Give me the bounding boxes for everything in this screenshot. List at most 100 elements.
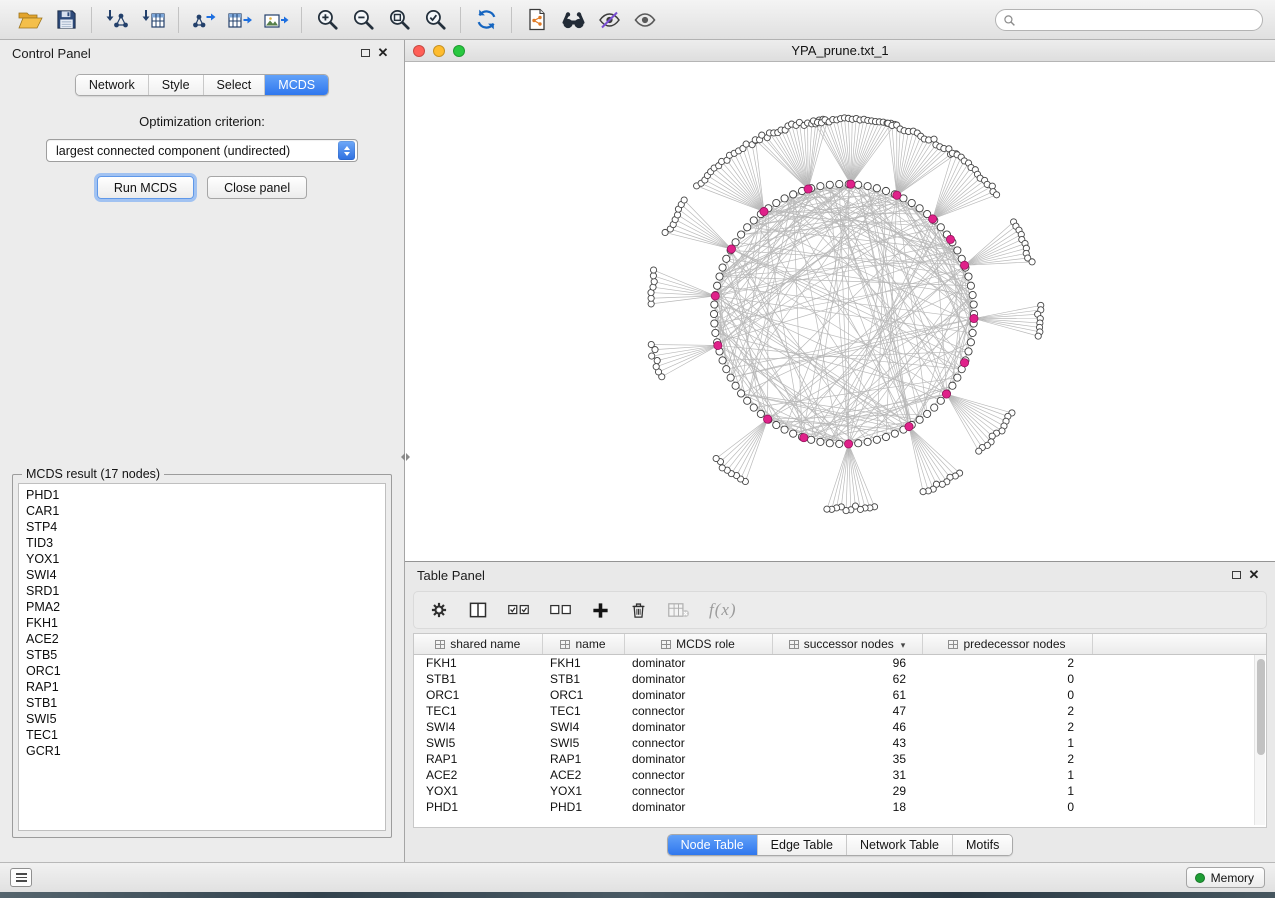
table-scrollbar[interactable]: [1254, 655, 1265, 825]
mcds-dominator-node[interactable]: [760, 207, 768, 215]
mcds-result-item[interactable]: PMA2: [26, 599, 378, 615]
zoom-out-button[interactable]: [345, 4, 381, 36]
mcds-dominator-node[interactable]: [804, 185, 812, 193]
network-node[interactable]: [920, 489, 926, 495]
network-node[interactable]: [954, 374, 961, 381]
network-node[interactable]: [790, 191, 797, 198]
tab-node-table[interactable]: Node Table: [668, 835, 757, 855]
network-node[interactable]: [817, 183, 824, 190]
network-node[interactable]: [882, 187, 889, 194]
mcds-result-item[interactable]: TEC1: [26, 727, 378, 743]
zoom-selected-button[interactable]: [417, 4, 453, 36]
mcds-dominator-node[interactable]: [847, 180, 855, 188]
network-node[interactable]: [732, 239, 739, 246]
network-canvas[interactable]: [405, 62, 1274, 561]
table-row[interactable]: STB1STB1dominator620: [414, 671, 1266, 687]
memory-button[interactable]: Memory: [1186, 867, 1265, 888]
mcds-result-item[interactable]: ACE2: [26, 631, 378, 647]
network-node[interactable]: [744, 397, 751, 404]
table-row[interactable]: YOX1YOX1connector291: [414, 783, 1266, 799]
table-settings-button[interactable]: [429, 600, 449, 620]
table-row[interactable]: ORC1ORC1dominator610: [414, 687, 1266, 703]
network-node[interactable]: [873, 185, 880, 192]
mcds-result-item[interactable]: SWI5: [26, 711, 378, 727]
mcds-result-item[interactable]: CAR1: [26, 503, 378, 519]
network-node[interactable]: [855, 181, 862, 188]
mcds-result-list[interactable]: PHD1CAR1STP4TID3YOX1SWI4SRD1PMA2FKH1ACE2…: [18, 483, 386, 831]
tab-motifs[interactable]: Motifs: [952, 835, 1012, 855]
network-node[interactable]: [924, 410, 931, 417]
tab-mcds[interactable]: MCDS: [264, 75, 328, 95]
column-header-predecessor-nodes[interactable]: predecessor nodes: [922, 634, 1092, 654]
column-header-MCDS-role[interactable]: MCDS role: [624, 634, 772, 654]
deselect-all-button[interactable]: [549, 601, 572, 619]
network-node[interactable]: [954, 247, 961, 254]
delete-column-button[interactable]: [629, 600, 648, 620]
tab-network-table[interactable]: Network Table: [846, 835, 952, 855]
network-node[interactable]: [719, 264, 726, 271]
network-node[interactable]: [653, 364, 659, 370]
mcds-dominator-node[interactable]: [946, 235, 954, 243]
network-node[interactable]: [817, 438, 824, 445]
network-node[interactable]: [723, 366, 730, 373]
float-panel-button[interactable]: [356, 45, 374, 61]
network-node[interactable]: [674, 212, 680, 218]
mcds-dominator-node[interactable]: [711, 292, 719, 300]
network-node[interactable]: [808, 436, 815, 443]
mcds-result-item[interactable]: STP4: [26, 519, 378, 535]
network-node[interactable]: [937, 224, 944, 231]
network-node[interactable]: [967, 282, 974, 289]
show-columns-button[interactable]: [468, 600, 488, 620]
mcds-dominator-node[interactable]: [929, 215, 937, 223]
network-node[interactable]: [732, 382, 739, 389]
mcds-dominator-node[interactable]: [960, 261, 968, 269]
column-header-name[interactable]: name: [542, 634, 624, 654]
network-node[interactable]: [939, 481, 945, 487]
network-node[interactable]: [711, 320, 718, 327]
network-node[interactable]: [836, 180, 843, 187]
tab-edge-table[interactable]: Edge Table: [757, 835, 846, 855]
network-node[interactable]: [719, 465, 725, 471]
mcds-result-item[interactable]: STB1: [26, 695, 378, 711]
run-mcds-button[interactable]: Run MCDS: [97, 176, 194, 199]
network-node[interactable]: [738, 231, 745, 238]
table-row[interactable]: SWI5SWI5connector431: [414, 735, 1266, 751]
share-document-button[interactable]: [519, 4, 555, 36]
maximize-window-icon[interactable]: [453, 45, 465, 57]
select-all-button[interactable]: [507, 601, 530, 619]
network-node[interactable]: [711, 301, 718, 308]
network-node[interactable]: [937, 397, 944, 404]
table-row[interactable]: SWI4SWI4dominator462: [414, 719, 1266, 735]
export-table-button[interactable]: [222, 4, 258, 36]
network-node[interactable]: [710, 310, 717, 317]
mcds-result-item[interactable]: YOX1: [26, 551, 378, 567]
network-node[interactable]: [873, 436, 880, 443]
network-node[interactable]: [781, 195, 788, 202]
table-row[interactable]: PHD1PHD1dominator180: [414, 799, 1266, 815]
mcds-result-item[interactable]: TID3: [26, 535, 378, 551]
network-node[interactable]: [650, 267, 656, 273]
mcds-dominator-node[interactable]: [727, 245, 735, 253]
network-node[interactable]: [970, 301, 977, 308]
network-node[interactable]: [931, 136, 937, 142]
add-column-button[interactable]: [591, 601, 610, 620]
close-table-panel-button[interactable]: ✕: [1245, 567, 1263, 583]
mcds-dominator-node[interactable]: [714, 341, 722, 349]
mcds-result-item[interactable]: GCR1: [26, 743, 378, 759]
network-node[interactable]: [650, 273, 656, 279]
mcds-dominator-node[interactable]: [800, 434, 808, 442]
table-row[interactable]: FKH1FKH1dominator962: [414, 654, 1266, 671]
network-node[interactable]: [723, 255, 730, 262]
network-node[interactable]: [750, 404, 757, 411]
close-window-icon[interactable]: [413, 45, 425, 57]
network-node[interactable]: [712, 329, 719, 336]
network-node[interactable]: [969, 291, 976, 298]
mcds-dominator-node[interactable]: [942, 390, 950, 398]
criterion-dropdown[interactable]: largest connected component (undirected): [46, 139, 358, 162]
network-node[interactable]: [716, 273, 723, 280]
mcds-dominator-node[interactable]: [905, 422, 913, 430]
network-node[interactable]: [781, 426, 788, 433]
tab-network[interactable]: Network: [76, 75, 148, 95]
mcds-dominator-node[interactable]: [893, 191, 901, 199]
import-network-button[interactable]: [99, 4, 135, 36]
